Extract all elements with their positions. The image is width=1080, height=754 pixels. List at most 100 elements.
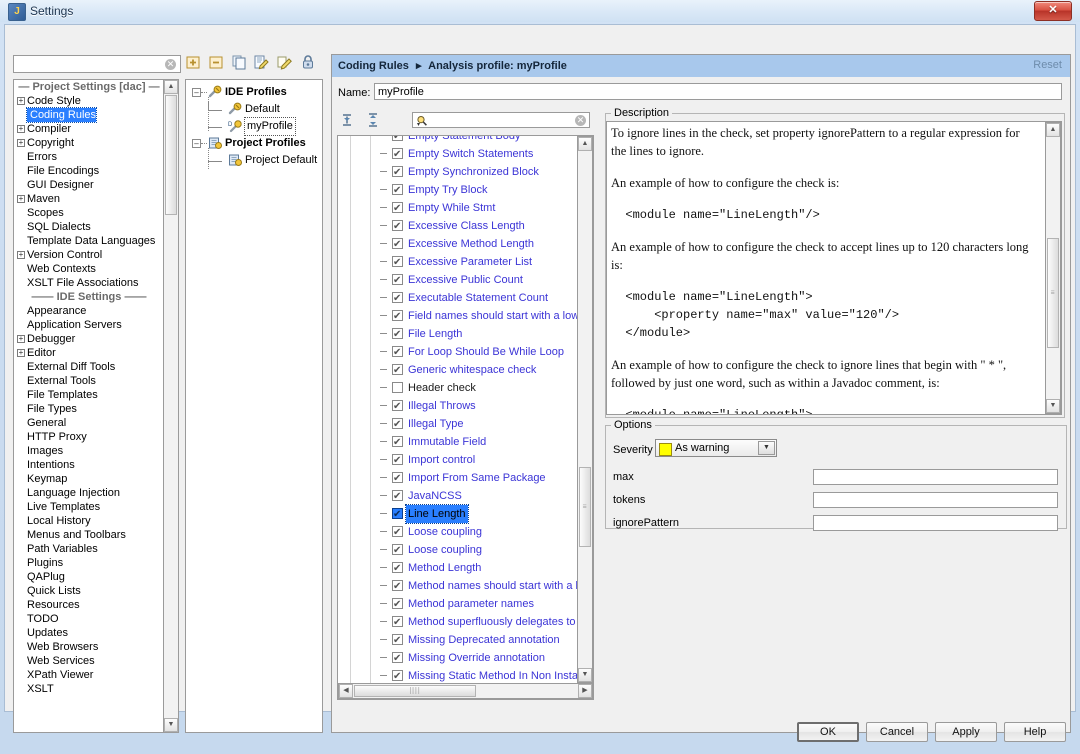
rule-list-item[interactable]: Empty While Stmt xyxy=(338,199,577,218)
profile-node-myprofile[interactable]: DmyProfile xyxy=(186,114,322,136)
rule-list-item[interactable]: Import From Same Package xyxy=(338,469,577,488)
rule-checkbox[interactable] xyxy=(392,344,403,362)
scroll-thumb[interactable]: |||| xyxy=(354,685,476,697)
collapse-icon[interactable]: – xyxy=(192,139,201,148)
settings-search-input[interactable] xyxy=(17,58,161,73)
rule-list-item[interactable]: Method parameter names xyxy=(338,595,577,614)
sidebar-item-file-encodings[interactable]: File Encodings xyxy=(14,164,164,178)
rule-checkbox[interactable] xyxy=(392,614,403,632)
rule-checkbox[interactable] xyxy=(392,578,403,596)
rules-search-input[interactable] xyxy=(431,114,575,128)
cancel-button[interactable]: Cancel xyxy=(866,722,928,742)
apply-button[interactable]: Apply xyxy=(935,722,997,742)
sidebar-item-web-contexts[interactable]: Web Contexts xyxy=(14,262,164,276)
sidebar-item-maven[interactable]: + Maven xyxy=(14,192,164,206)
sidebar-item-compiler[interactable]: + Compiler xyxy=(14,122,164,136)
collapse-icon[interactable]: – xyxy=(192,88,201,97)
option-input-max[interactable] xyxy=(813,469,1058,485)
profile-node-ide-profiles[interactable]: – IDE Profiles xyxy=(186,80,322,101)
rule-list-item[interactable]: Executable Statement Count xyxy=(338,289,577,308)
scroll-thumb[interactable]: ≡ xyxy=(579,467,591,547)
chevron-down-icon[interactable]: ▼ xyxy=(758,441,775,455)
sidebar-item-file-templates[interactable]: File Templates xyxy=(14,388,164,402)
expand-icon[interactable]: + xyxy=(17,125,25,133)
rule-list-item[interactable]: Import control xyxy=(338,451,577,470)
lock-profile-button[interactable] xyxy=(300,54,316,70)
import-profile-button[interactable] xyxy=(254,54,270,70)
sidebar-item-language-injection[interactable]: Language Injection xyxy=(14,486,164,500)
rule-checkbox[interactable] xyxy=(392,524,403,542)
rule-checkbox[interactable] xyxy=(392,254,403,272)
description-vscrollbar[interactable]: ▲ ≡ ▼ xyxy=(1045,122,1061,414)
sidebar-item-appearance[interactable]: Appearance xyxy=(14,304,164,318)
ok-button[interactable]: OK xyxy=(797,722,859,742)
rule-checkbox[interactable] xyxy=(392,236,403,254)
rules-vscrollbar[interactable]: ▲ ≡ ▼ xyxy=(577,136,593,683)
rule-list-item[interactable]: Excessive Class Length xyxy=(338,217,577,236)
help-button[interactable]: Help xyxy=(1004,722,1066,742)
rule-checkbox[interactable] xyxy=(392,416,403,434)
sidebar-item-todo[interactable]: TODO xyxy=(14,612,164,626)
scroll-thumb[interactable] xyxy=(165,95,177,215)
rule-list-item[interactable]: Loose coupling xyxy=(338,523,577,542)
breadcrumb-root[interactable]: Coding Rules xyxy=(338,60,409,72)
sidebar-item-web-browsers[interactable]: Web Browsers xyxy=(14,640,164,654)
sidebar-item-errors[interactable]: Errors xyxy=(14,150,164,164)
profiles-tree[interactable]: – IDE Profiles Default DmyProfile – Project P… xyxy=(185,79,323,733)
collapse-all-icon[interactable] xyxy=(364,111,382,129)
rule-list-item[interactable]: Empty Try Block xyxy=(338,181,577,200)
scroll-down-icon[interactable]: ▼ xyxy=(578,668,592,682)
sidebar-item-images[interactable]: Images xyxy=(14,444,164,458)
rule-list-item[interactable]: Illegal Type xyxy=(338,415,577,434)
rule-checkbox[interactable] xyxy=(392,470,403,488)
sidebar-item-code-style[interactable]: + Code Style xyxy=(14,94,164,108)
sidebar-item-web-services[interactable]: Web Services xyxy=(14,654,164,668)
settings-tree-vscrollbar[interactable]: ▲ ▼ xyxy=(163,79,179,733)
option-input-field[interactable] xyxy=(814,470,1057,484)
rule-checkbox[interactable] xyxy=(392,632,403,650)
rule-checkbox[interactable] xyxy=(392,218,403,236)
sidebar-item-updates[interactable]: Updates xyxy=(14,626,164,640)
scroll-up-icon[interactable]: ▲ xyxy=(164,80,178,94)
rule-checkbox[interactable] xyxy=(392,136,403,146)
rule-list-item[interactable]: Immutable Field xyxy=(338,433,577,452)
rule-checkbox[interactable] xyxy=(392,488,403,506)
option-input-field[interactable] xyxy=(814,516,1057,530)
settings-tree[interactable]: — Project Settings [dac] — + Code Style Cod… xyxy=(13,79,164,733)
sidebar-item-xpath-viewer[interactable]: XPath Viewer xyxy=(14,668,164,682)
option-input-ignorepattern[interactable] xyxy=(813,515,1058,531)
export-profile-button[interactable] xyxy=(277,54,293,70)
rule-list-item[interactable]: Excessive Parameter List xyxy=(338,253,577,272)
rule-list-item[interactable]: Method Length xyxy=(338,559,577,578)
rule-list-item[interactable]: Illegal Throws xyxy=(338,397,577,416)
sidebar-item-xslt-file-associations[interactable]: XSLT File Associations xyxy=(14,276,164,290)
add-profile-button[interactable] xyxy=(185,54,201,70)
expand-icon[interactable]: + xyxy=(17,335,25,343)
rule-checkbox[interactable] xyxy=(392,182,403,200)
rule-list-item[interactable]: For Loop Should Be While Loop xyxy=(338,343,577,362)
rule-list-item[interactable]: Empty Switch Statements xyxy=(338,145,577,164)
scroll-down-icon[interactable]: ▼ xyxy=(1046,399,1060,413)
sidebar-item-template-data-languages[interactable]: Template Data Languages xyxy=(14,234,164,248)
severity-select[interactable]: As warning ▼ xyxy=(655,439,777,457)
profile-node-project-profiles[interactable]: – Project Profiles xyxy=(186,135,322,152)
profile-node-project-default[interactable]: Project Default xyxy=(186,148,322,169)
expand-icon[interactable]: + xyxy=(17,139,25,147)
rule-checkbox[interactable] xyxy=(392,452,403,470)
sidebar-item-quick-lists[interactable]: Quick Lists xyxy=(14,584,164,598)
rule-checkbox[interactable] xyxy=(392,382,403,393)
copy-profile-button[interactable] xyxy=(231,54,247,70)
expand-icon[interactable]: + xyxy=(17,97,25,105)
expand-icon[interactable]: + xyxy=(17,251,25,259)
scroll-thumb[interactable]: ≡ xyxy=(1047,238,1059,348)
rule-checkbox[interactable] xyxy=(392,146,403,164)
rule-checkbox[interactable] xyxy=(392,200,403,218)
rule-checkbox[interactable] xyxy=(392,272,403,290)
rule-checkbox[interactable] xyxy=(392,326,403,344)
rules-search-field[interactable]: ✕ xyxy=(412,112,590,128)
description-textarea[interactable]: To ignore lines in the check, set proper… xyxy=(606,121,1062,415)
reset-link[interactable]: Reset xyxy=(1033,59,1062,71)
rule-list-item[interactable]: File Length xyxy=(338,325,577,344)
close-icon[interactable]: ✕ xyxy=(1034,1,1072,21)
scroll-left-icon[interactable]: ◀ xyxy=(339,684,353,698)
